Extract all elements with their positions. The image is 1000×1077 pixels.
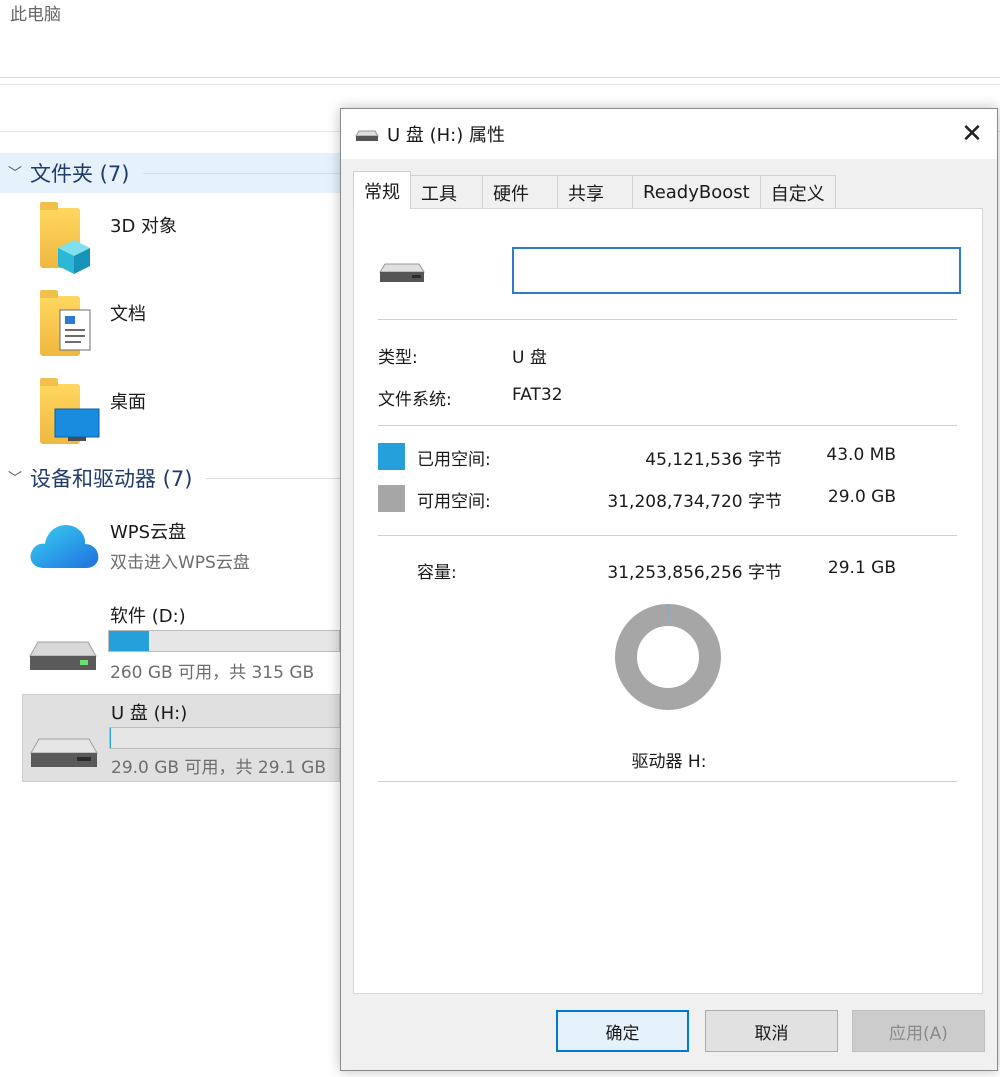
divider — [378, 319, 957, 320]
filesystem-value: FAT32 — [512, 385, 563, 405]
desktop-folder-icon — [40, 378, 100, 444]
capacity-size: 29.1 GB — [827, 558, 896, 578]
dialog-titlebar[interactable]: U 盘 (H:) 属性 ✕ — [341, 109, 997, 159]
folder-item-desktop[interactable]: 桌面 — [22, 376, 340, 456]
folder-item-3d-objects[interactable]: 3D 对象 — [22, 200, 340, 280]
device-subtitle: 260 GB 可用，共 315 GB — [110, 663, 315, 683]
used-space-label: 已用空间: — [417, 450, 491, 470]
volume-name-input[interactable] — [512, 247, 961, 294]
divider — [143, 172, 345, 174]
device-item-drive-d[interactable]: 软件 (D:) 260 GB 可用，共 315 GB — [22, 596, 340, 688]
ok-button[interactable]: 确定 — [556, 1010, 689, 1052]
cancel-button[interactable]: 取消 — [705, 1010, 838, 1052]
location-title: 此电脑 — [10, 5, 61, 25]
folder-label: 文档 — [110, 304, 146, 325]
capacity-bar — [109, 727, 341, 749]
used-space-bytes: 45,121,536 字节 — [645, 450, 782, 470]
free-space-swatch — [378, 485, 405, 512]
tab-readyboost[interactable]: ReadyBoost — [632, 175, 761, 209]
device-label: WPS云盘 — [110, 522, 187, 543]
used-space-swatch — [378, 443, 405, 470]
drive-letter-label: 驱动器 H: — [631, 752, 707, 772]
capacity-bytes: 31,253,856,256 字节 — [607, 563, 782, 583]
general-tab-panel: 类型: U 盘 文件系统: FAT32 已用空间: 45,121,536 字节 … — [353, 208, 983, 994]
cloud-icon — [30, 524, 99, 568]
group-label: 文件夹 (7) — [30, 162, 130, 186]
tab-strip: 常规 工具 硬件 共享 ReadyBoost 自定义 — [353, 171, 836, 209]
free-space-size: 29.0 GB — [827, 487, 896, 507]
group-header-devices[interactable]: ﹀ 设备和驱动器 (7) — [0, 458, 345, 498]
divider — [378, 781, 957, 782]
close-icon: ✕ — [961, 119, 983, 149]
type-value: U 盘 — [512, 348, 547, 368]
dialog-title: U 盘 (H:) 属性 — [387, 125, 505, 146]
device-item-usb-h[interactable]: U 盘 (H:) 29.0 GB 可用，共 29.1 GB — [22, 694, 341, 782]
device-label: U 盘 (H:) — [111, 703, 188, 724]
device-subtitle: 29.0 GB 可用，共 29.1 GB — [111, 758, 326, 778]
usb-drive-icon — [355, 130, 379, 141]
donut-slice-free — [615, 604, 721, 710]
tab-general[interactable]: 常规 — [353, 171, 411, 209]
chevron-down-icon: ﹀ — [8, 166, 22, 182]
tab-tools[interactable]: 工具 — [410, 175, 483, 209]
drive-icon — [29, 641, 97, 670]
document-folder-icon — [40, 290, 91, 356]
group-label: 设备和驱动器 (7) — [30, 467, 193, 491]
device-subtitle: 双击进入WPS云盘 — [110, 553, 250, 573]
cube-folder-icon — [40, 202, 90, 274]
dialog-button-row: 确定 取消 应用(A) — [341, 1007, 997, 1057]
tab-hardware[interactable]: 硬件 — [482, 175, 558, 209]
properties-dialog: U 盘 (H:) 属性 ✕ 常规 工具 硬件 共享 ReadyBoost 自定义… — [340, 108, 998, 1071]
group-header-folders[interactable]: ﹀ 文件夹 (7) — [0, 153, 345, 193]
address-bar-area: 此电脑 — [0, 0, 1000, 78]
disk-usage-donut-chart — [615, 604, 721, 710]
capacity-label: 容量: — [417, 563, 457, 583]
usb-drive-icon — [379, 263, 425, 282]
tab-sharing[interactable]: 共享 — [557, 175, 633, 209]
divider — [206, 477, 345, 479]
device-label: 软件 (D:) — [110, 606, 186, 627]
device-item-wps-cloud[interactable]: WPS云盘 双击进入WPS云盘 — [22, 508, 340, 584]
close-button[interactable]: ✕ — [947, 109, 997, 159]
divider — [378, 535, 957, 536]
folder-label: 桌面 — [110, 392, 146, 413]
used-space-size: 43.0 MB — [826, 445, 896, 465]
filesystem-label: 文件系统: — [378, 390, 452, 410]
usb-drive-icon — [30, 738, 98, 767]
chevron-down-icon: ﹀ — [8, 471, 22, 487]
type-label: 类型: — [378, 348, 418, 368]
capacity-bar — [108, 630, 340, 652]
divider — [378, 425, 957, 426]
free-space-bytes: 31,208,734,720 字节 — [607, 492, 782, 512]
apply-button[interactable]: 应用(A) — [852, 1010, 985, 1052]
folder-label: 3D 对象 — [110, 216, 178, 237]
tab-customize[interactable]: 自定义 — [759, 175, 836, 209]
free-space-label: 可用空间: — [417, 492, 491, 512]
capacity-bar-fill — [109, 631, 150, 651]
folder-item-documents[interactable]: 文档 — [22, 288, 340, 368]
